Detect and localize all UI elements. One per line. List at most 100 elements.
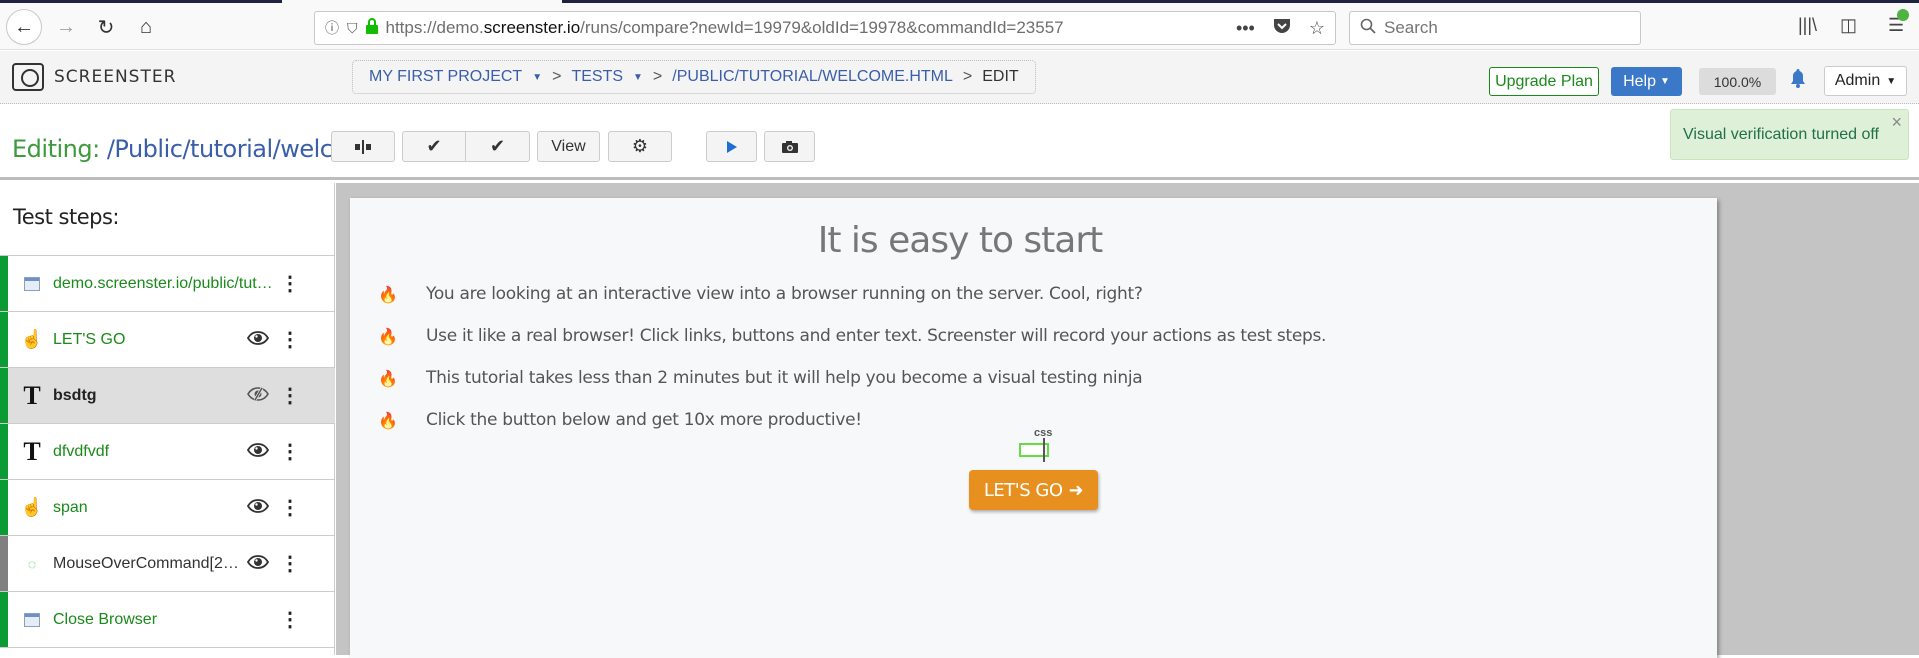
fire-icon: 🔥 <box>378 284 398 304</box>
breadcrumb-path[interactable]: /PUBLIC/TUTORIAL/WELCOME.HTML <box>672 68 953 86</box>
logo[interactable]: SCREENSTER <box>12 63 176 91</box>
notifications-bell-icon[interactable] <box>1790 68 1806 94</box>
editing-title: Editing: /Public/tutorial/welc... <box>12 135 354 163</box>
eye-icon[interactable] <box>246 553 270 574</box>
library-icon[interactable]: |||\ <box>1798 15 1817 36</box>
editing-key: Editing: <box>12 135 100 163</box>
breadcrumb-edit: EDIT <box>982 68 1019 85</box>
home-icon: ⌂ <box>139 15 153 38</box>
more-options-icon[interactable]: ⋮ <box>280 271 300 296</box>
remote-page[interactable]: It is easy to start 🔥 You are looking at… <box>350 198 1717 658</box>
notification-toast: Visual verification turned off × <box>1670 109 1909 160</box>
lets-go-button[interactable]: LET'S GO ➜ <box>969 470 1098 510</box>
test-step-item[interactable]: ☝ span ⋮ <box>0 480 335 536</box>
close-icon[interactable]: × <box>1891 112 1902 133</box>
forward-arrow-icon: → <box>56 15 76 38</box>
test-step-item[interactable]: ☝ LET'S GO ⋮ <box>0 312 335 368</box>
editing-path[interactable]: /Public/tutorial/welc... <box>107 135 355 163</box>
breadcrumb-project[interactable]: MY FIRST PROJECT <box>369 68 522 86</box>
forward-button[interactable]: → <box>48 9 84 45</box>
page-actions-icon[interactable]: ••• <box>1236 18 1255 39</box>
lock-icon[interactable] <box>365 17 378 39</box>
bookmark-star-icon[interactable]: ☆ <box>1309 18 1325 39</box>
step-status-bar <box>0 312 8 367</box>
more-options-icon[interactable]: ⋮ <box>280 439 300 464</box>
logo-text: SCREENSTER <box>54 67 177 87</box>
step-label[interactable]: bsdtg <box>53 387 278 405</box>
step-status-bar <box>0 592 8 647</box>
test-steps-panel: Test steps: demo.screenster.io/public/tu… <box>0 183 335 655</box>
play-button[interactable] <box>706 131 757 162</box>
verify-button[interactable]: ✔ <box>402 131 466 162</box>
step-label[interactable]: dfvdfvdf <box>53 443 278 461</box>
sidebar-toggle-icon[interactable]: ◫ <box>1840 15 1857 36</box>
test-step-item[interactable]: Close Browser ⋮ <box>0 592 335 648</box>
browser-toolbar: ← → ↻ ⌂ ⓘ ⛉ https://demo.screenster.io/r… <box>0 3 1919 50</box>
test-step-item[interactable]: ◌ MouseOverCommand[2… ⋮ <box>0 536 335 592</box>
step-label[interactable]: Close Browser <box>53 611 278 629</box>
verify-all-button[interactable]: ✔ <box>466 131 530 162</box>
step-label[interactable]: LET'S GO <box>53 331 278 349</box>
settings-button[interactable]: ⚙ <box>608 131 672 162</box>
home-button[interactable]: ⌂ <box>128 9 164 45</box>
info-icon[interactable]: ⓘ <box>325 18 339 38</box>
pocket-icon[interactable] <box>1273 18 1291 39</box>
toast-message: Visual verification turned off <box>1683 126 1879 143</box>
pointer-hand-icon: ☝ <box>20 329 44 349</box>
help-button[interactable]: Help ▼ <box>1611 67 1682 96</box>
bullet-text: Click the button below and get 10x more … <box>426 410 862 430</box>
test-step-item[interactable]: Tbsdtg ⋮ <box>0 368 335 424</box>
zoom-level[interactable]: 100.0% <box>1699 68 1776 95</box>
more-options-icon[interactable]: ⋮ <box>280 327 300 352</box>
view-button[interactable]: View <box>537 131 600 162</box>
sidebar-title: Test steps: <box>13 205 119 229</box>
more-options-icon[interactable]: ⋮ <box>280 383 300 408</box>
chevron-down-icon[interactable]: ▼ <box>532 72 542 83</box>
browser-window-icon <box>24 612 40 627</box>
fire-icon: 🔥 <box>378 410 398 430</box>
gear-icon: ⚙ <box>631 136 649 156</box>
split-view-button[interactable] <box>331 131 395 162</box>
arrow-right-icon: ➜ <box>1068 479 1084 501</box>
reload-button[interactable]: ↻ <box>88 9 124 45</box>
url-bar[interactable]: ⓘ ⛉ https://demo.screenster.io/runs/comp… <box>314 11 1336 45</box>
test-step-item[interactable]: Tdfvdfvdf ⋮ <box>0 424 335 480</box>
url-text[interactable]: https://demo.screenster.io/runs/compare?… <box>386 18 1236 38</box>
step-status-bar <box>0 536 8 591</box>
more-options-icon[interactable]: ⋮ <box>280 495 300 520</box>
upgrade-plan-button[interactable]: Upgrade Plan <box>1489 67 1599 96</box>
eye-icon[interactable] <box>246 329 270 350</box>
bullet-text: Use it like a real browser! Click links,… <box>426 326 1327 346</box>
step-label[interactable]: demo.screenster.io/public/tut… <box>53 275 278 293</box>
screenshot-button[interactable] <box>764 131 815 162</box>
eye-slash-icon[interactable] <box>247 385 269 406</box>
search-box[interactable] <box>1349 11 1641 45</box>
chevron-down-icon[interactable]: ▼ <box>633 72 643 83</box>
chevron-down-icon: ▼ <box>1886 75 1897 87</box>
test-step-item[interactable]: demo.screenster.io/public/tut… ⋮ <box>0 256 335 312</box>
breadcrumb-tests[interactable]: TESTS <box>571 68 623 86</box>
breadcrumb-separator: > <box>652 68 663 85</box>
text-cursor-icon <box>1043 438 1045 462</box>
back-button[interactable]: ← <box>6 9 42 45</box>
admin-menu-button[interactable]: Admin ▼ <box>1824 66 1907 96</box>
update-badge-icon <box>1897 9 1909 21</box>
step-label[interactable]: MouseOverCommand[2… <box>53 555 278 573</box>
eye-icon[interactable] <box>246 497 270 518</box>
bullet-item: 🔥 You are looking at an interactive view… <box>378 284 1143 304</box>
back-arrow-icon: ← <box>14 15 34 38</box>
search-input[interactable] <box>1384 18 1630 38</box>
double-checkmark-icon: ✔ <box>489 136 506 156</box>
steps-list: demo.screenster.io/public/tut… ⋮ ☝ LET'S GO… <box>0 255 335 648</box>
bullet-text: This tutorial takes less than 2 minutes … <box>426 368 1143 388</box>
more-options-icon[interactable]: ⋮ <box>280 607 300 632</box>
more-options-icon[interactable]: ⋮ <box>280 551 300 576</box>
split-view-icon <box>355 139 371 154</box>
admin-label: Admin <box>1834 72 1881 89</box>
eye-icon[interactable] <box>246 441 270 462</box>
tracking-shield-icon[interactable]: ⛉ <box>347 20 358 37</box>
text-input-icon: T <box>23 380 41 410</box>
browser-viewport: It is easy to start 🔥 You are looking at… <box>336 183 1919 658</box>
breadcrumb: MY FIRST PROJECT ▼ > TESTS ▼ > /PUBLIC/T… <box>352 60 1036 94</box>
step-label[interactable]: span <box>53 499 278 517</box>
